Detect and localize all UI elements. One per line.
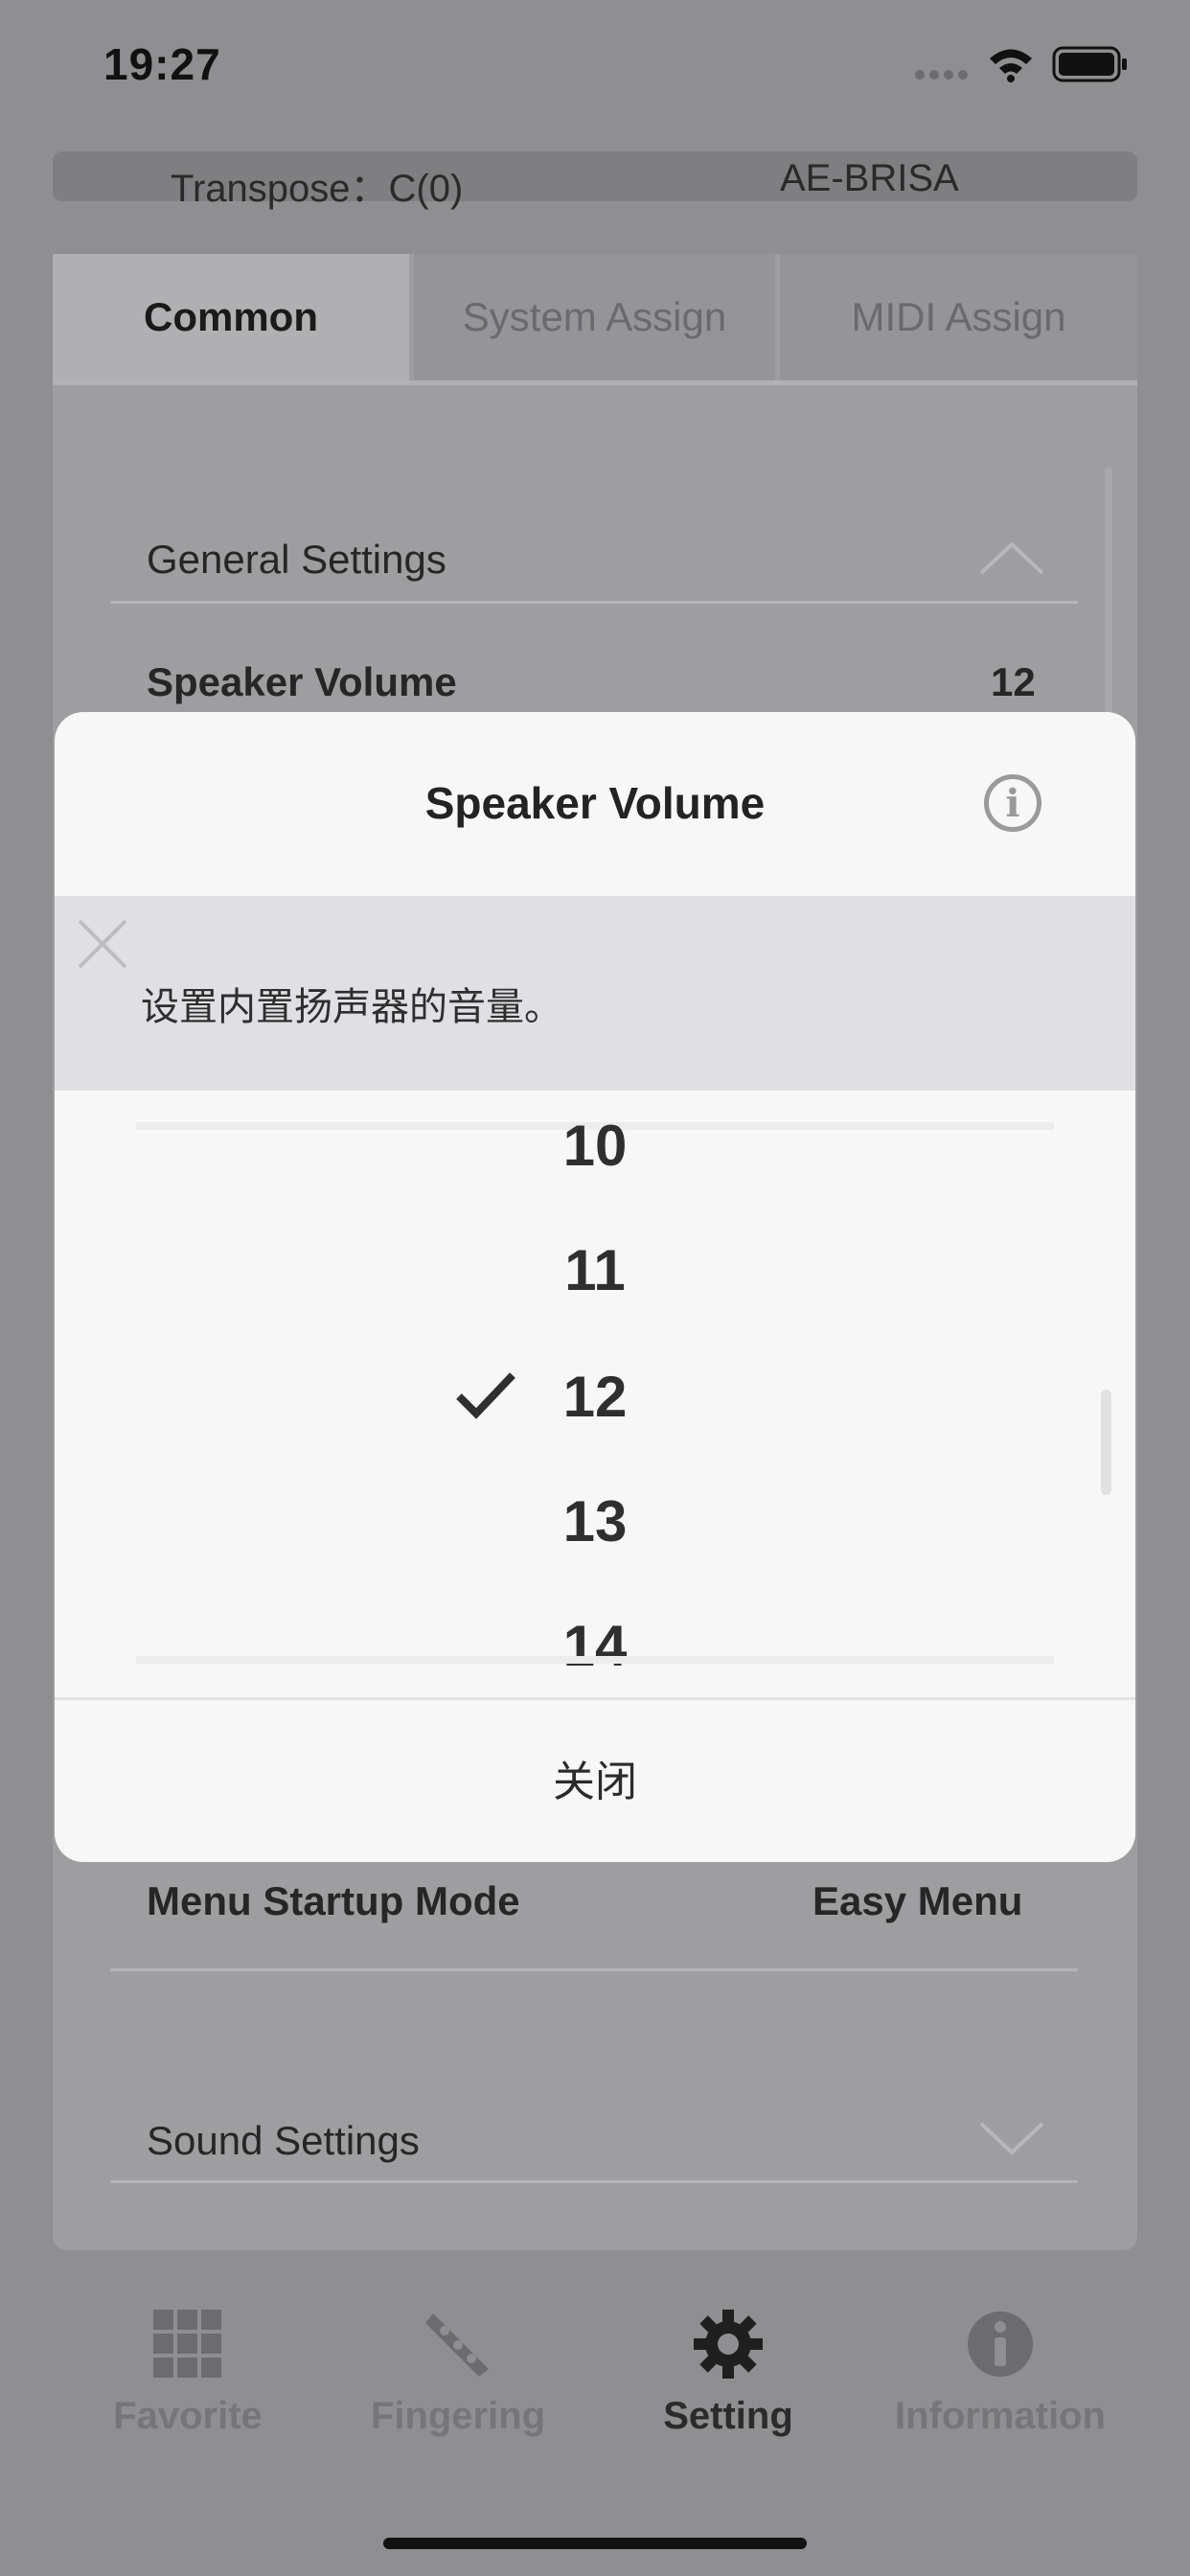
grid-icon <box>153 2310 221 2378</box>
speaker-volume-label[interactable]: Speaker Volume <box>147 659 457 705</box>
picker-fade-bottom <box>136 1656 1054 1664</box>
gear-icon <box>694 2310 763 2379</box>
picker-option[interactable]: 11 <box>55 1237 1135 1303</box>
menu-startup-mode-label[interactable]: Menu Startup Mode <box>147 1878 520 1924</box>
close-icon[interactable] <box>74 915 131 973</box>
tabbar-setting[interactable]: Setting <box>594 2310 862 2438</box>
transpose-label: Transpose：C(0) <box>171 168 464 210</box>
status-time: 19:27 <box>103 39 221 89</box>
tabbar-information[interactable]: Information <box>866 2310 1134 2438</box>
tabbar-favorite[interactable]: Favorite <box>54 2310 322 2438</box>
picker-option[interactable]: 10 <box>55 1113 1135 1179</box>
dialog-title: Speaker Volume <box>424 778 766 828</box>
tabbar-label: Information <box>895 2395 1106 2437</box>
battery-icon <box>1052 46 1127 82</box>
tab-underline <box>53 380 1137 385</box>
info-icon <box>968 2312 1033 2377</box>
panel-scrollbar[interactable] <box>1105 467 1112 754</box>
chevron-down-icon[interactable] <box>977 2120 1046 2158</box>
device-name: AE-BRISA <box>780 157 959 199</box>
close-button[interactable]: 关闭 <box>55 1747 1135 1808</box>
general-settings-header[interactable]: General Settings <box>147 537 446 583</box>
picker-scrollbar[interactable] <box>1101 1390 1111 1495</box>
speaker-volume-value: 12 <box>991 659 1036 704</box>
tabbar-label: Fingering <box>370 2395 546 2437</box>
tabbar-label: Favorite <box>113 2395 263 2437</box>
divider <box>110 2180 1078 2183</box>
speaker-volume-dialog: Speaker Volume i 设置内置扬声器的音量。 10 11 12 13… <box>55 712 1135 1862</box>
info-icon[interactable]: i <box>984 774 1041 832</box>
transpose-bar: Transpose：C(0) AE-BRISA <box>53 151 1137 210</box>
picker-option[interactable]: 14 <box>55 1613 1135 1679</box>
dialog-description: 设置内置扬声器的音量。 <box>141 986 562 1028</box>
divider <box>55 1697 1135 1700</box>
tabbar-label: Setting <box>663 2395 793 2437</box>
tab-system-assign[interactable]: System Assign <box>414 254 775 380</box>
picker-option-selected[interactable]: 12 <box>55 1364 1135 1430</box>
tabbar-fingering[interactable]: Fingering <box>324 2310 592 2438</box>
divider <box>110 1968 1078 1971</box>
wifi-icon <box>990 49 1032 82</box>
divider <box>110 601 1078 604</box>
sound-settings-header[interactable]: Sound Settings <box>147 2118 420 2164</box>
tab-common[interactable]: Common <box>53 254 409 380</box>
menu-startup-mode-value: Easy Menu <box>812 1878 1023 1923</box>
fingering-icon <box>425 2313 489 2377</box>
tab-midi-assign[interactable]: MIDI Assign <box>780 254 1137 380</box>
home-indicator[interactable] <box>383 2538 807 2549</box>
chevron-up-icon[interactable] <box>977 539 1046 577</box>
picker-option[interactable]: 13 <box>55 1488 1135 1554</box>
description-panel: 设置内置扬声器的音量。 <box>55 896 1135 1091</box>
